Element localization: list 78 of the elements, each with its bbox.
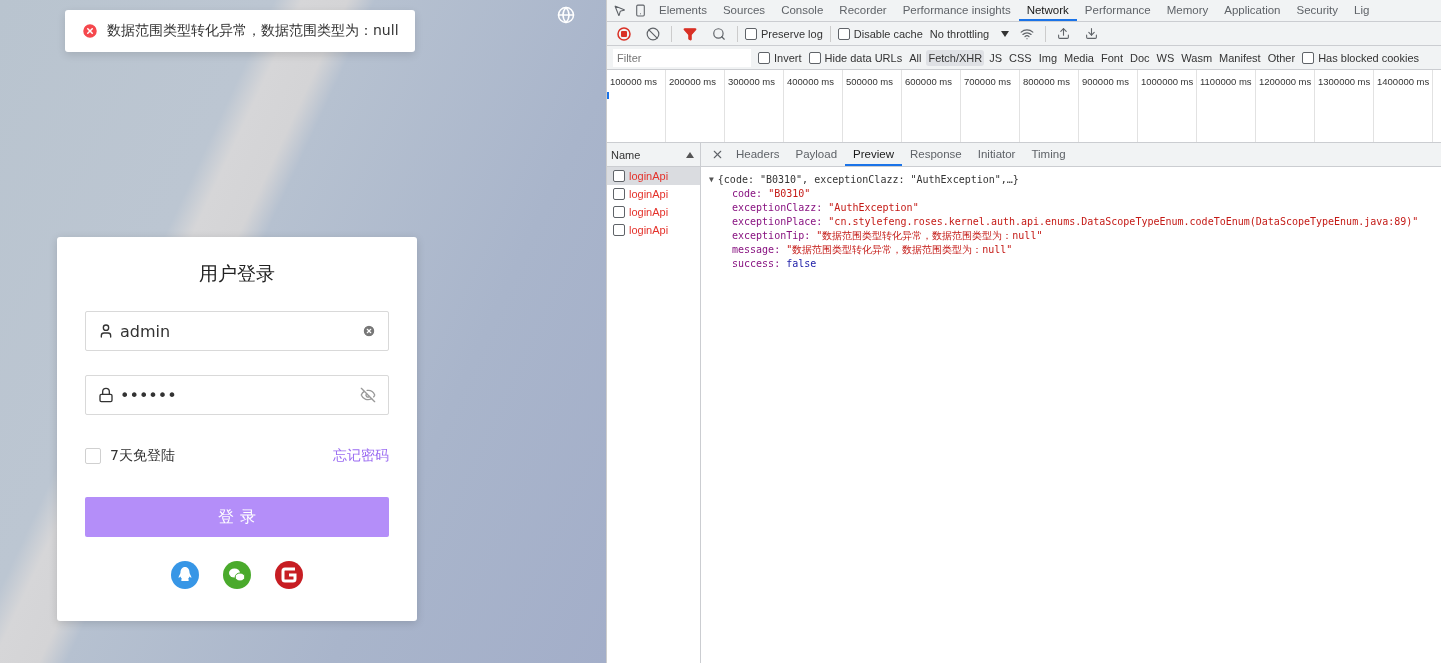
type-filter-button[interactable]: Doc — [1128, 49, 1152, 66]
checkbox[interactable]: Has blocked cookies — [1302, 51, 1420, 64]
remember-checkbox[interactable]: 7天免登陆 — [85, 447, 175, 465]
json-property: message: "数据范围类型转化异常，数据范围类型为：null" — [731, 243, 1014, 257]
penguin-icon[interactable] — [171, 561, 199, 589]
filter-input[interactable]: Filter — [613, 48, 751, 67]
clear-icon[interactable] — [362, 324, 376, 338]
request-row[interactable]: loginApi — [607, 203, 700, 221]
request-row[interactable]: loginApi — [607, 185, 700, 203]
timeline-tick: 1300000 ms — [1315, 70, 1374, 142]
checkbox[interactable]: Hide data URLs — [808, 51, 903, 64]
request-row[interactable]: loginApi — [607, 221, 700, 239]
detail-tab[interactable]: Payload — [787, 143, 846, 166]
login-title: 用户登录 — [199, 261, 275, 286]
type-filter-button[interactable]: Other — [1265, 49, 1298, 66]
timeline-tick: 1000000 ms — [1138, 70, 1197, 142]
password-field[interactable]: •••••• — [85, 375, 389, 415]
checkbox[interactable]: Disable cache — [837, 27, 923, 40]
type-filter-button[interactable]: Font — [1099, 49, 1125, 66]
request-marker — [607, 92, 609, 99]
name-column-header[interactable]: Name — [607, 143, 700, 167]
timeline-tick: 1400000 ms — [1374, 70, 1433, 142]
json-property: exceptionTip: "数据范围类型转化异常，数据范围类型为：null" — [731, 229, 1044, 243]
type-filter-button[interactable]: Wasm — [1179, 49, 1215, 66]
timeline-tick: 200000 ms — [666, 70, 725, 142]
detail-tab[interactable]: Timing — [1023, 143, 1074, 166]
timeline-tick: 300000 ms — [725, 70, 784, 142]
devtools-tab[interactable]: Sources — [714, 0, 774, 21]
timeline-tick: 700000 ms — [961, 70, 1020, 142]
expand-toggle[interactable]: ▼ — [709, 173, 714, 187]
eye-off-icon[interactable] — [360, 387, 376, 403]
throttling-dropdown[interactable]: No throttling — [929, 27, 1010, 40]
json-property: exceptionPlace: "cn.stylefeng.roses.kernel.auth.api.enums.DataScopeTypeEnum.codeToEnum(DataScopeTypeEnum.java:89)" — [731, 215, 1420, 229]
type-filter-button[interactable]: WS — [1154, 49, 1177, 66]
forgot-password-link[interactable]: 忘记密码 — [333, 447, 389, 465]
type-filter-button[interactable]: Media — [1062, 49, 1096, 66]
devtools-tab[interactable]: Security — [1288, 0, 1347, 21]
column-title: Name — [611, 148, 641, 161]
lock-icon — [98, 387, 114, 403]
devtools-tab[interactable]: Memory — [1158, 0, 1217, 21]
timeline-tick: 500000 ms — [843, 70, 902, 142]
timeline-tick: 400000 ms — [784, 70, 843, 142]
timeline-tick: 900000 ms — [1079, 70, 1138, 142]
devtools-tab[interactable]: Console — [773, 0, 832, 21]
devtools-tab[interactable]: Elements — [651, 0, 715, 21]
type-filter-button[interactable]: JS — [987, 49, 1005, 66]
detail-tab[interactable]: Preview — [845, 143, 902, 166]
json-property: code: "B0310" — [731, 187, 812, 201]
chat-bubbles-icon[interactable] — [223, 561, 251, 589]
object-summary: {code: "B0310", exceptionClazz: "AuthException",…} — [717, 173, 1019, 187]
type-filter-button[interactable]: Img — [1036, 49, 1059, 66]
sort-icon — [686, 151, 694, 158]
detail-tab[interactable]: Response — [901, 143, 970, 166]
detail-tab[interactable]: Headers — [728, 143, 788, 166]
devtools-tab[interactable]: Application — [1216, 0, 1289, 21]
detail-tab[interactable]: Initiator — [969, 143, 1024, 166]
checkbox[interactable]: Invert — [758, 51, 802, 64]
error-icon — [81, 22, 99, 40]
devtools-tab[interactable]: Performance — [1076, 0, 1159, 21]
devtools-tab[interactable]: Performance insights — [894, 0, 1019, 21]
json-property: success: false — [731, 257, 818, 271]
type-filter-button[interactable]: Fetch/XHR — [926, 49, 985, 66]
devtools-tab[interactable]: Recorder — [831, 0, 895, 21]
checkbox[interactable]: Preserve log — [745, 27, 823, 40]
json-property: exceptionClazz: "AuthException" — [731, 201, 920, 215]
timeline-tick: 600000 ms — [902, 70, 961, 142]
timeline-tick: 1200000 ms — [1256, 70, 1315, 142]
timeline-tick: 800000 ms — [1020, 70, 1079, 142]
username-field[interactable]: admin — [85, 311, 389, 351]
timeline-tick: 1100000 ms — [1197, 70, 1256, 142]
toast-message: 数据范围类型转化异常，数据范围类型为：null — [107, 22, 399, 40]
caret-icon — [1001, 30, 1010, 37]
g-logo-icon[interactable] — [275, 561, 303, 589]
devtools-tab[interactable]: Lig — [1346, 0, 1378, 21]
type-filter-button[interactable]: CSS — [1007, 49, 1034, 66]
type-filter-button[interactable]: Manifest — [1217, 49, 1263, 66]
type-filter-button[interactable]: All — [907, 49, 924, 66]
user-icon — [98, 323, 114, 339]
